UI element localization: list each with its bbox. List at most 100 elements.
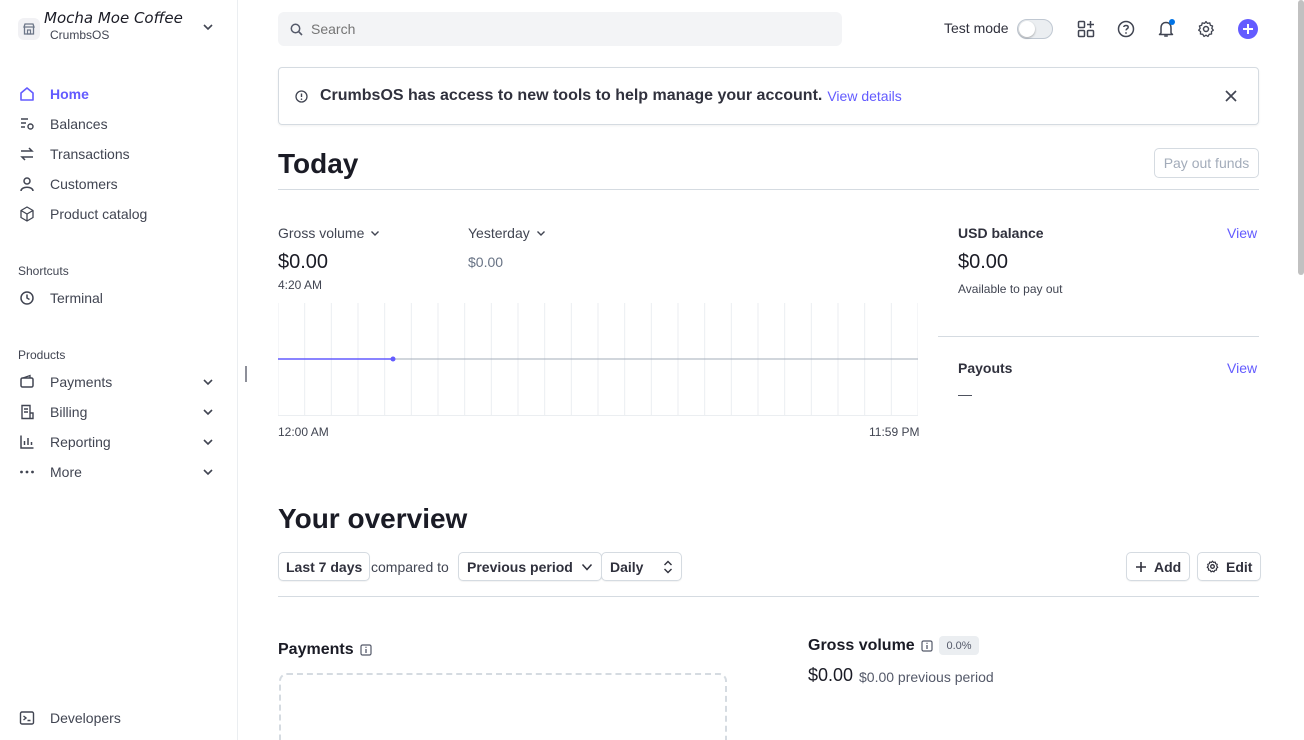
gross-volume-section-title: Gross volume (808, 637, 933, 655)
sidebar-item-reporting[interactable]: Reporting (18, 429, 218, 455)
products-heading: Products (18, 348, 66, 362)
info-banner: CrumbsOS has access to new tools to help… (278, 67, 1259, 125)
sidebar-item-developers[interactable]: Developers (18, 705, 218, 731)
sidebar-item-more[interactable]: More (18, 459, 218, 485)
info-icon (295, 89, 308, 103)
info-icon[interactable] (921, 640, 933, 652)
gross-volume-overview-value: $0.00 (808, 665, 854, 685)
chevron-down-icon (371, 231, 380, 236)
search-icon (290, 23, 303, 36)
yesterday-selector[interactable]: Yesterday (468, 225, 546, 241)
edit-button-label: Edit (1226, 558, 1253, 575)
payouts-value: — (958, 386, 972, 402)
usd-balance-value: $0.00 (958, 251, 1009, 273)
home-icon (18, 85, 36, 103)
sidebar-item-label: Customers (50, 176, 118, 192)
date-range-label: Last 7 days (286, 558, 363, 575)
reporting-icon (18, 433, 36, 451)
usd-balance-view-link[interactable]: View (1227, 225, 1257, 241)
sidebar-item-billing[interactable]: Billing (18, 399, 218, 425)
sidebar: Mocha Moe Coffee CrumbsOS Home Balances … (0, 0, 238, 740)
compared-to-label: compared to (371, 559, 449, 575)
comparison-select[interactable]: Previous period (458, 552, 602, 581)
date-range-button[interactable]: Last 7 days (278, 552, 371, 581)
account-switcher[interactable]: Mocha Moe Coffee CrumbsOS (18, 9, 218, 49)
sidebar-item-balances[interactable]: Balances (18, 111, 218, 137)
sidebar-item-home[interactable]: Home (18, 81, 218, 107)
help-icon[interactable] (1116, 19, 1136, 39)
toggle-knob (1019, 21, 1035, 37)
gross-volume-time: 4:20 AM (278, 278, 323, 292)
gear-icon[interactable] (1196, 19, 1216, 39)
sidebar-item-label: Product catalog (50, 206, 148, 222)
chevron-down-icon (536, 231, 545, 236)
more-icon (18, 463, 36, 481)
add-button[interactable]: Add (1126, 552, 1191, 581)
close-icon[interactable] (1224, 89, 1238, 103)
sidebar-item-label: More (50, 464, 82, 480)
account-platform: CrumbsOS (50, 28, 110, 42)
store-icon (18, 18, 40, 40)
granularity-label: Daily (610, 558, 644, 575)
usd-balance-label: USD balance (958, 225, 1044, 241)
payouts-view-link[interactable]: View (1227, 360, 1257, 376)
current-point (390, 356, 396, 362)
usd-balance-sub: Available to pay out (958, 282, 1063, 296)
sidebar-item-label: Terminal (50, 290, 103, 306)
payments-section-title: Payments (278, 641, 372, 659)
gross-volume-value: $0.00 (278, 251, 329, 273)
banner-text: CrumbsOS has access to new tools to help… (320, 87, 823, 104)
chevron-up-down-icon (664, 560, 673, 573)
sidebar-item-label: Payments (50, 374, 113, 390)
add-button-label: Add (1154, 558, 1182, 575)
yesterday-value: $0.00 (468, 254, 504, 270)
scrollbar[interactable] (1298, 0, 1304, 275)
plus-icon (1243, 24, 1253, 34)
test-mode-toggle[interactable] (1017, 19, 1053, 39)
gross-volume-selector[interactable]: Gross volume (278, 225, 380, 241)
granularity-select[interactable]: Daily (601, 552, 683, 581)
payments-empty-state (279, 673, 727, 740)
customers-icon (18, 175, 36, 193)
gross-volume-label: Gross volume (278, 225, 365, 241)
info-icon[interactable] (359, 644, 372, 656)
divider (938, 336, 1259, 337)
chart-start-label: 12:00 AM (278, 425, 329, 439)
pay-out-funds-button[interactable]: Pay out funds (1154, 148, 1259, 178)
sidebar-item-label: Reporting (50, 434, 111, 450)
create-new-button[interactable] (1238, 19, 1258, 39)
apps-icon[interactable] (1076, 19, 1096, 39)
sidebar-resize-handle[interactable] (245, 366, 247, 382)
chart-end-label: 11:59 PM (869, 425, 920, 439)
wallet-icon (18, 373, 36, 391)
clock-icon (18, 289, 36, 307)
divider (278, 189, 1259, 190)
chevron-down-icon (581, 563, 592, 571)
sidebar-item-payments[interactable]: Payments (18, 369, 218, 395)
gross-volume-chart (278, 303, 918, 416)
terminal-icon (18, 709, 36, 727)
chevron-down-icon (203, 379, 213, 386)
sidebar-item-product-catalog[interactable]: Product catalog (18, 201, 218, 227)
sidebar-item-customers[interactable]: Customers (18, 171, 218, 197)
balances-icon (18, 115, 36, 133)
sidebar-item-terminal[interactable]: Terminal (18, 285, 218, 311)
chevron-down-icon (203, 439, 213, 446)
test-mode-label: Test mode (944, 20, 1009, 36)
chevron-down-icon (203, 24, 213, 31)
chevron-down-icon (203, 469, 213, 476)
view-details-link[interactable]: View details (827, 88, 901, 104)
edit-button[interactable]: Edit (1197, 552, 1262, 581)
search-input[interactable] (311, 21, 811, 37)
today-heading: Today (278, 148, 359, 179)
search-bar[interactable] (278, 12, 842, 46)
shortcuts-heading: Shortcuts (18, 264, 69, 278)
sidebar-item-transactions[interactable]: Transactions (18, 141, 218, 167)
notification-dot (1169, 19, 1175, 25)
comparison-label: Previous period (467, 558, 573, 575)
payouts-label: Payouts (958, 360, 1013, 376)
gross-volume-previous-period: $0.00 previous period (859, 669, 994, 685)
yesterday-label: Yesterday (468, 225, 530, 241)
plus-icon (1136, 561, 1146, 572)
overview-heading: Your overview (278, 503, 468, 534)
